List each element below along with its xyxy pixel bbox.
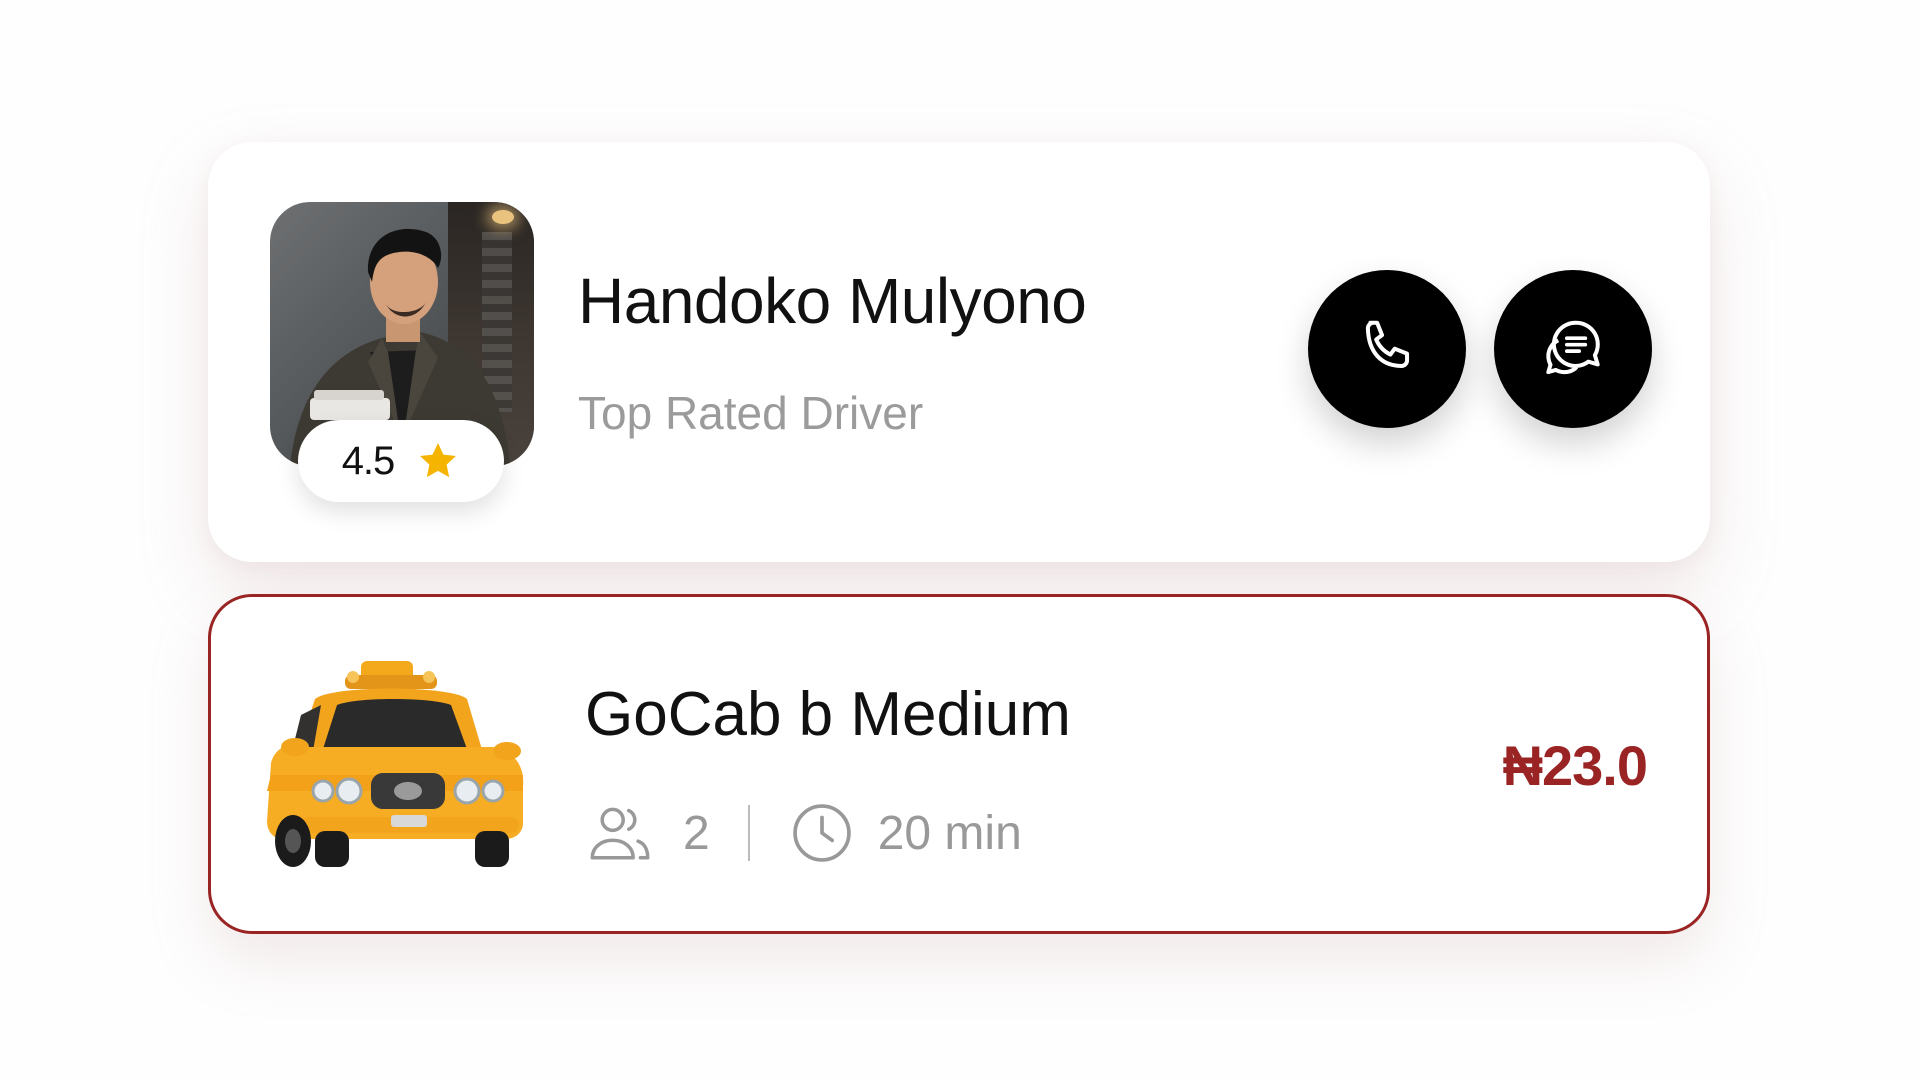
- clock-icon: [792, 804, 851, 862]
- driver-name: Handoko Mulyono: [578, 265, 1087, 337]
- star-icon: [420, 443, 457, 478]
- rating-value: 4.5: [341, 438, 396, 483]
- screen: 4.5 Handoko Mulyono Top Rated Driver GoC…: [0, 0, 1920, 1078]
- ride-price: ₦23.0: [1502, 734, 1648, 797]
- ride-option-card[interactable]: GoCab b Medium 2 20 min ₦23.0: [208, 594, 1710, 934]
- taxi-icon: [267, 661, 524, 867]
- call-button[interactable]: [1308, 270, 1466, 428]
- ride-details: 2 20 min: [585, 793, 1022, 873]
- divider: [747, 805, 750, 861]
- passenger-count: 2: [683, 806, 710, 860]
- people-icon: [590, 807, 650, 860]
- trip-duration: 20 min: [877, 806, 1022, 860]
- phone-icon: [1365, 320, 1410, 368]
- chat-button[interactable]: [1494, 270, 1652, 428]
- rating-badge: 4.5: [298, 420, 504, 502]
- ride-name: GoCab b Medium: [585, 680, 1071, 749]
- chat-bubble-icon: [1546, 320, 1600, 375]
- driver-subtitle: Top Rated Driver: [578, 387, 924, 439]
- driver-card: 4.5 Handoko Mulyono Top Rated Driver: [208, 142, 1710, 562]
